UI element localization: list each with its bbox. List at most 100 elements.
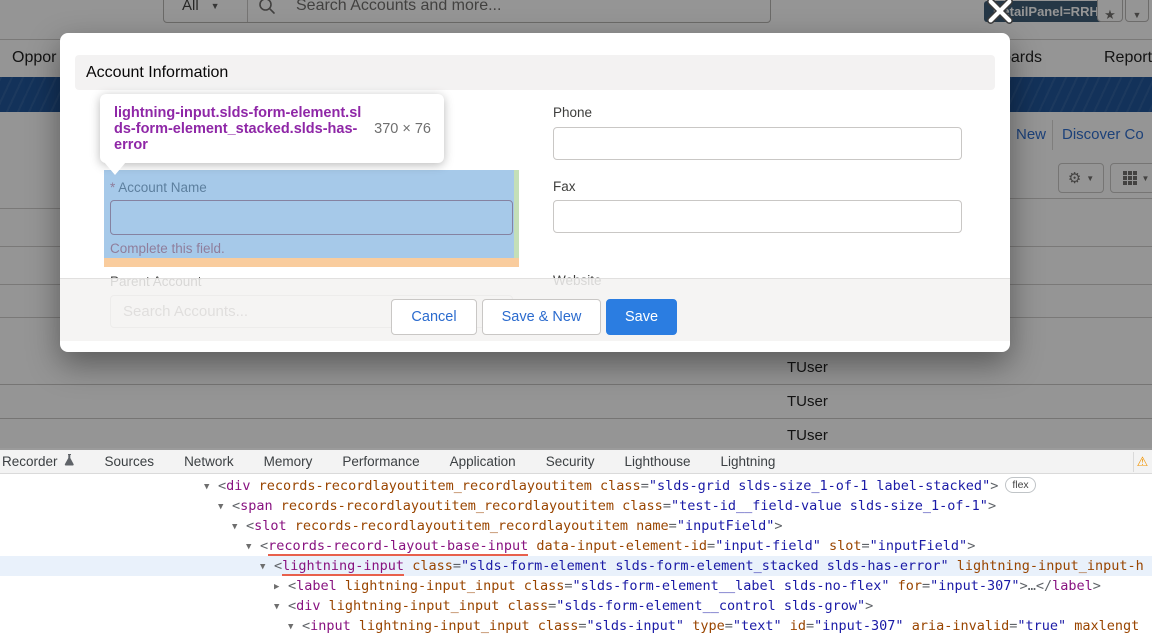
- code-token-p: =: [806, 618, 814, 634]
- code-token-p: <: [246, 518, 254, 534]
- section-title: Account Information: [86, 55, 995, 90]
- dom-tree-line[interactable]: ▼<span records-recordlayoutitem_recordla…: [0, 496, 1152, 516]
- code-token-p: >: [967, 538, 975, 554]
- code-token-attr: records-recordlayoutitem_recordlayoutite…: [251, 478, 592, 494]
- devtools-tab-network[interactable]: Network: [169, 450, 249, 474]
- code-token-p: >: [1093, 578, 1101, 594]
- devtools-tab-lightning[interactable]: Lightning: [706, 450, 791, 474]
- devtools-tab-label: Security: [546, 450, 595, 474]
- code-token-attr: class: [516, 578, 565, 594]
- code-token-p: <: [288, 578, 296, 594]
- code-token-p: =: [862, 538, 870, 554]
- devtools-warning-indicator[interactable]: ⚠: [1133, 452, 1151, 472]
- code-token-val: "true": [1017, 618, 1066, 634]
- cancel-button[interactable]: Cancel: [391, 299, 477, 335]
- code-token-val: "test-id__field-value slds-size_1-of-1": [671, 498, 988, 514]
- devtools-tab-label: Performance: [342, 450, 419, 474]
- expand-arrow-open-icon[interactable]: ▼: [204, 477, 218, 496]
- dom-tree-line-selected[interactable]: ▼<lightning-input class="slds-form-eleme…: [0, 556, 1152, 576]
- devtools-tab-label: Lighthouse: [624, 450, 690, 474]
- code-token-tagu: lightning-input: [282, 558, 404, 576]
- code-token-p: <: [218, 478, 226, 494]
- code-token-tag: slot: [254, 518, 287, 534]
- code-token-p: >: [774, 518, 782, 534]
- fax-label: Fax: [553, 179, 576, 194]
- expand-arrow-open-icon[interactable]: ▼: [274, 597, 288, 616]
- code-token-p: =: [922, 578, 930, 594]
- account-name-input[interactable]: [110, 200, 513, 235]
- code-token-p: <: [274, 558, 282, 574]
- devtools-tab-performance[interactable]: Performance: [327, 450, 434, 474]
- expand-arrow-open-icon[interactable]: ▼: [246, 537, 260, 556]
- expand-arrow-closed-icon[interactable]: ▶: [274, 577, 288, 596]
- flask-icon: [64, 450, 75, 474]
- code-token-val: "slds-form-element slds-form-element_sta…: [461, 558, 949, 574]
- devtools-tab-memory[interactable]: Memory: [249, 450, 328, 474]
- expand-arrow-open-icon[interactable]: ▼: [260, 557, 274, 576]
- code-token-attr: class: [592, 478, 641, 494]
- code-token-p: =: [453, 558, 461, 574]
- code-token-attr: slot: [821, 538, 862, 554]
- code-token-attr: lightning-input_input: [321, 598, 500, 614]
- code-token-attr: id: [782, 618, 806, 634]
- devtools-tab-label: Lightning: [721, 450, 776, 474]
- inspect-tooltip-arrow: [104, 162, 126, 175]
- code-token-tag: div: [226, 478, 250, 494]
- phone-input[interactable]: [553, 127, 962, 160]
- code-token-p: =: [669, 518, 677, 534]
- devtools-tab-lighthouse[interactable]: Lighthouse: [609, 450, 705, 474]
- code-token-tag: label: [296, 578, 337, 594]
- code-token-p: </: [1036, 578, 1052, 594]
- devtools-tab-application[interactable]: Application: [435, 450, 531, 474]
- devtools-tab-security[interactable]: Security: [531, 450, 610, 474]
- code-token-p: =: [663, 498, 671, 514]
- save-and-new-button[interactable]: Save & New: [482, 299, 601, 335]
- account-name-label: *Account Name: [110, 180, 207, 195]
- code-token-val: "input-307": [814, 618, 903, 634]
- code-token-val: "inputField": [677, 518, 775, 534]
- dom-tree-line[interactable]: ▼<div records-recordlayoutitem_recordlay…: [0, 476, 1152, 496]
- screenshot-root: All ▼ Search Accounts and more... Detail…: [0, 0, 1152, 634]
- code-token-attr: for: [890, 578, 923, 594]
- code-token-val: "slds-grid slds-size_1-of-1 label-stacke…: [649, 478, 990, 494]
- code-token-tagu: records-record-layout-base-input: [268, 538, 528, 556]
- code-token-val: "slds-form-element__control slds-grow": [556, 598, 865, 614]
- code-token-attr: lightning-input_input: [337, 578, 516, 594]
- inspect-tooltip-dimensions: 370 × 76: [374, 121, 431, 137]
- code-token-p: <: [302, 618, 310, 634]
- code-token-val: "slds-input": [587, 618, 685, 634]
- code-token-p: =: [564, 578, 572, 594]
- close-x-cursor-icon[interactable]: [986, 0, 1014, 25]
- devtools-tab-recorder[interactable]: Recorder: [0, 450, 90, 474]
- account-name-error-text: Complete this field.: [110, 241, 225, 256]
- devtools-tab-sources[interactable]: Sources: [90, 450, 170, 474]
- code-token-p: =: [725, 618, 733, 634]
- devtools-tab-label: Memory: [264, 450, 313, 474]
- code-token-val: "slds-form-element__label slds-no-flex": [573, 578, 890, 594]
- dom-tree-line[interactable]: ▼<div lightning-input_input class="slds-…: [0, 596, 1152, 616]
- code-token-attr: lightning-input_input: [351, 618, 530, 634]
- code-token-val: "input-307": [930, 578, 1019, 594]
- devtools-tab-label: Sources: [105, 450, 155, 474]
- devtools-panel: Recorder Sources Network Memory Performance A…: [0, 448, 1152, 634]
- code-token-p: <: [260, 538, 268, 554]
- expand-arrow-open-icon[interactable]: ▼: [288, 617, 302, 634]
- new-account-modal: Account Information *Account Name Comple…: [60, 33, 1010, 352]
- devtools-tab-label: Application: [450, 450, 516, 474]
- inspect-tooltip: lightning-input.slds-form-element.sl ds-…: [100, 94, 444, 163]
- dom-tree-line[interactable]: ▼<input lightning-input_input class="sld…: [0, 616, 1152, 634]
- dom-tree-line[interactable]: ▼<records-record-layout-base-input data-…: [0, 536, 1152, 556]
- fax-input[interactable]: [553, 200, 962, 233]
- dom-tree-line[interactable]: ▼<slot records-recordlayoutitem_recordla…: [0, 516, 1152, 536]
- code-token-attr: class: [499, 598, 548, 614]
- section-header[interactable]: Account Information: [75, 55, 995, 90]
- expand-arrow-open-icon[interactable]: ▼: [218, 497, 232, 516]
- save-button[interactable]: Save: [606, 299, 677, 335]
- code-token-tag: span: [240, 498, 273, 514]
- expand-arrow-open-icon[interactable]: ▼: [232, 517, 246, 536]
- code-token-val: "inputField": [870, 538, 968, 554]
- phone-label: Phone: [553, 105, 592, 120]
- dom-tree-line[interactable]: ▶<label lightning-input_input class="sld…: [0, 576, 1152, 596]
- inspect-highlight-padding: [514, 170, 519, 258]
- required-asterisk: *: [110, 180, 115, 195]
